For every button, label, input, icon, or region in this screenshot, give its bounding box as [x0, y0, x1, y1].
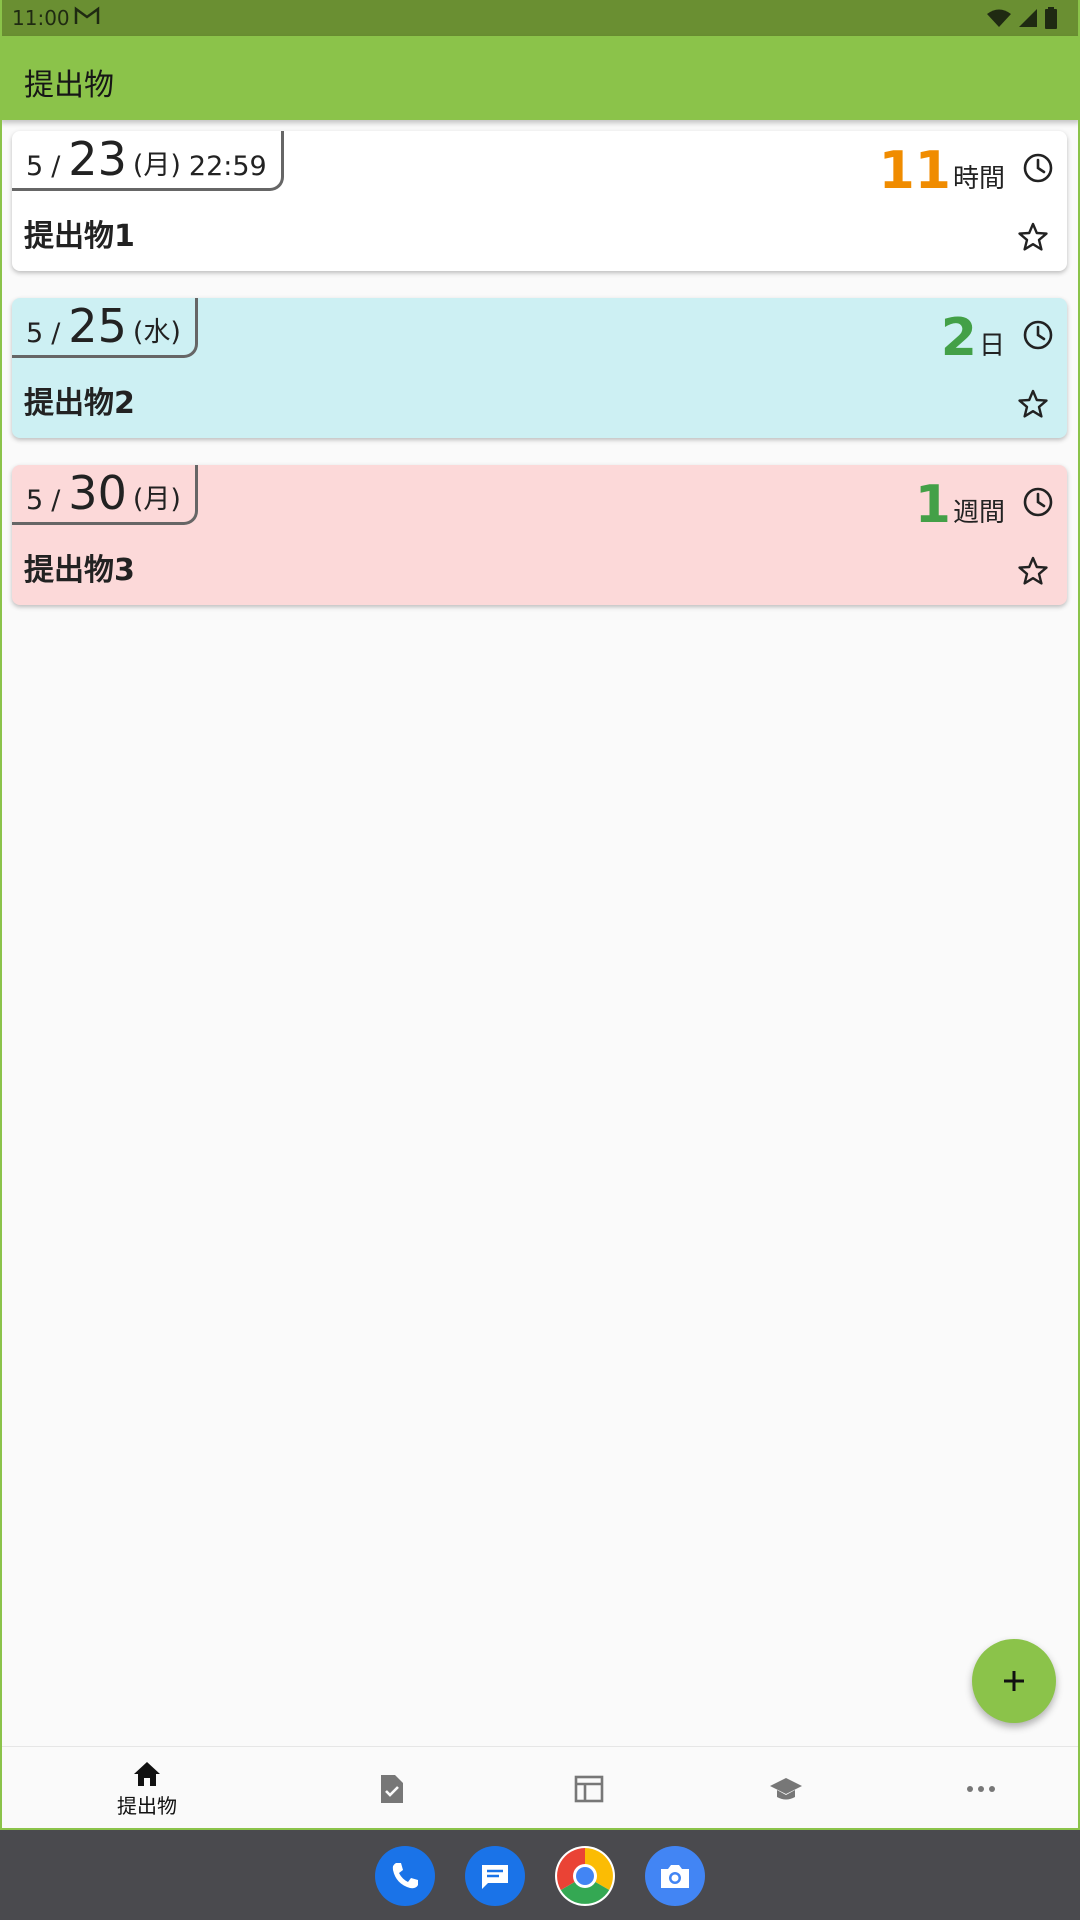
assignment-title: 提出物1 [24, 219, 135, 254]
gmail-icon [74, 6, 100, 31]
nav-tab-school[interactable] [678, 1747, 894, 1831]
wifi-icon [987, 9, 1011, 27]
due-time: 22:59 [188, 151, 267, 182]
due-weekday: (月) [132, 484, 181, 515]
due-month: 5 [26, 151, 44, 182]
assignment-check-icon [381, 1775, 403, 1803]
more-icon [967, 1786, 995, 1792]
date-separator: / [51, 318, 61, 349]
page-title: 提出物 [24, 68, 114, 103]
battery-icon [1045, 7, 1057, 29]
assignment-title: 提出物3 [24, 553, 135, 588]
app-frame-border [0, 0, 1080, 1830]
remaining-unit: 週間 [952, 498, 1005, 528]
app-bar: 提出物 [0, 36, 1080, 120]
status-bar: 11:00 [0, 0, 1080, 36]
nav-tab-assignments[interactable]: 提出物 [39, 1747, 255, 1831]
bottom-navigation: 提出物 [0, 1746, 1080, 1831]
clock-icon[interactable] [1021, 318, 1055, 352]
due-date-tab: 5 / 25 (水) [12, 298, 198, 358]
camera-icon[interactable] [645, 1846, 705, 1906]
due-weekday: (水) [132, 317, 181, 348]
due-date-tab: 5 / 23 (月) 22:59 [12, 131, 284, 191]
due-weekday: (月) [132, 150, 181, 181]
clock-icon[interactable] [1021, 485, 1055, 519]
star-icon[interactable] [1017, 555, 1049, 587]
remaining-time: 11 時間 [879, 145, 1005, 197]
system-indicators [986, 7, 1058, 29]
assignment-card-1[interactable]: 5 / 23 (月) 22:59 11 時間 提出物1 [12, 131, 1067, 271]
system-dock [0, 1830, 1080, 1920]
date-separator: / [51, 151, 61, 182]
due-day: 25 [68, 299, 127, 353]
phone-icon[interactable] [375, 1846, 435, 1906]
star-icon[interactable] [1017, 221, 1049, 253]
assignment-card-3[interactable]: 5 / 30 (月) 1 週間 提出物3 [12, 465, 1067, 605]
remaining-unit: 時間 [952, 164, 1005, 194]
nav-tab-timetable[interactable] [481, 1747, 697, 1831]
due-day: 30 [68, 466, 127, 520]
nav-tab-more[interactable] [873, 1747, 1080, 1831]
due-month: 5 [26, 318, 44, 349]
remaining-time: 2 日 [941, 312, 1005, 364]
remaining-time: 1 週間 [915, 479, 1005, 531]
date-separator: / [51, 485, 61, 516]
assignment-card-2[interactable]: 5 / 25 (水) 2 日 提出物2 [12, 298, 1067, 438]
assignment-title: 提出物2 [24, 386, 135, 421]
status-time: 11:00 [12, 6, 70, 30]
nav-tab-label: 提出物 [117, 1793, 177, 1818]
chrome-icon[interactable] [555, 1846, 615, 1906]
star-icon[interactable] [1017, 388, 1049, 420]
remaining-unit: 日 [978, 331, 1005, 361]
plus-icon [1004, 1671, 1024, 1691]
home-icon [134, 1761, 160, 1786]
nav-tab-submitted[interactable] [284, 1747, 500, 1831]
school-icon [770, 1778, 802, 1800]
due-date-tab: 5 / 30 (月) [12, 465, 198, 525]
signal-icon [1019, 9, 1037, 27]
add-assignment-button[interactable] [972, 1639, 1056, 1723]
remaining-value: 2 [940, 308, 977, 368]
messages-icon[interactable] [465, 1846, 525, 1906]
clock-icon[interactable] [1021, 151, 1055, 185]
due-day: 23 [68, 132, 127, 186]
remaining-value: 11 [878, 141, 951, 201]
remaining-value: 1 [914, 475, 951, 535]
due-month: 5 [26, 485, 44, 516]
timetable-icon [574, 1775, 604, 1803]
